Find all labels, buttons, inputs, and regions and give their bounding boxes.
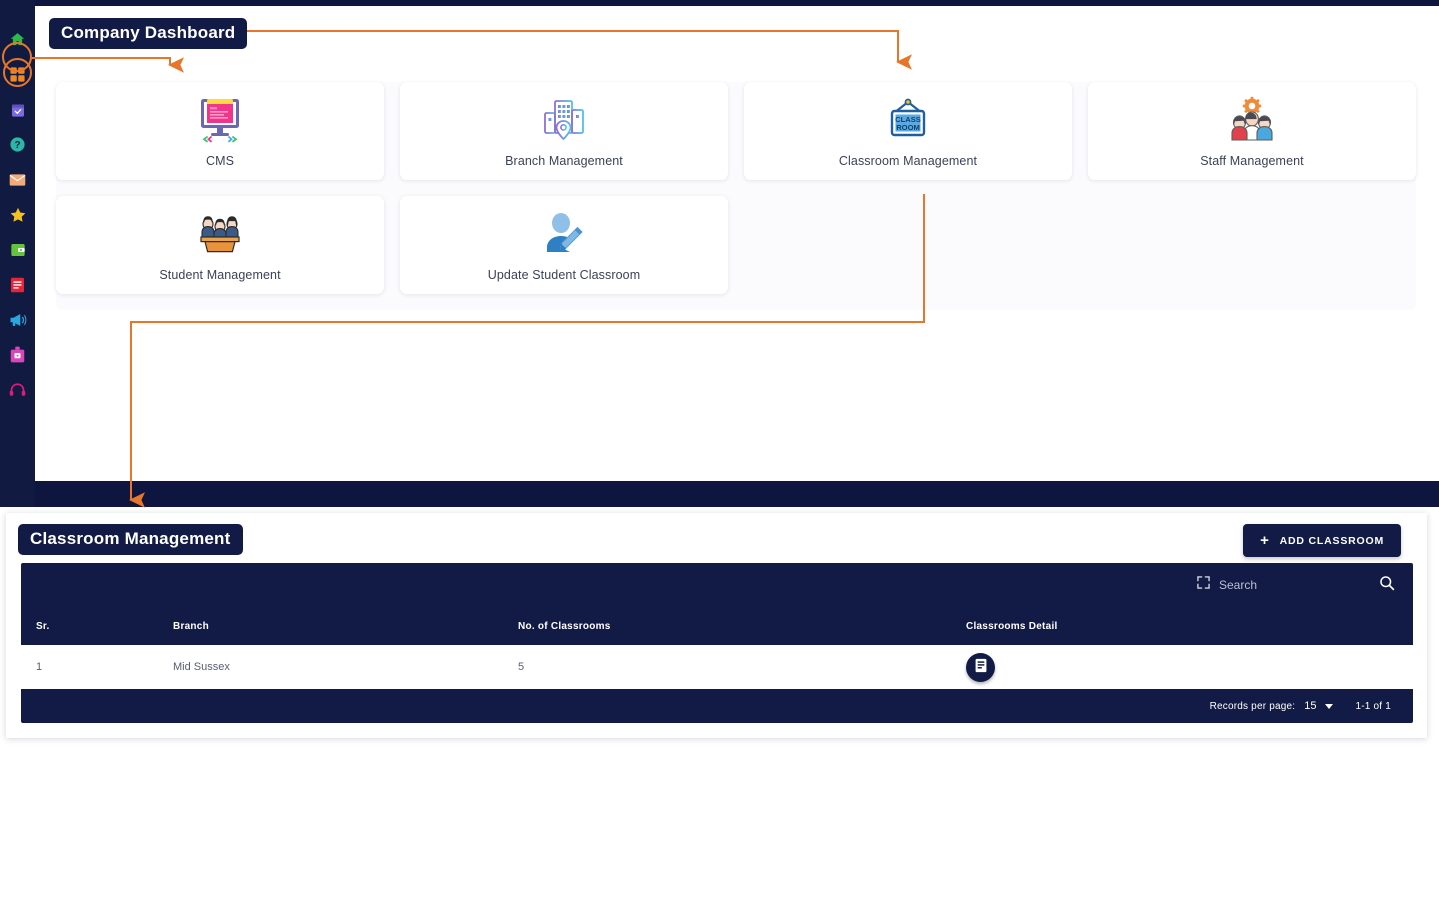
dashboard-card-label: Staff Management [1200, 153, 1304, 168]
sidebar-item-favorites[interactable] [1, 197, 35, 232]
table-toolbar: Search [21, 563, 1413, 608]
sidebar-item-wallet[interactable] [1, 232, 35, 267]
sidebar-item-calendar[interactable] [1, 92, 35, 127]
dashboard-card-staff-management[interactable]: Staff Management [1088, 82, 1416, 180]
column-header-branch: Branch [173, 621, 209, 632]
dashboard-card-label: CMS [205, 153, 235, 168]
table-header-row: Sr. Branch No. of Classrooms Classrooms … [21, 608, 1413, 645]
pagination-range-label: 1-1 of 1 [1355, 700, 1391, 712]
cell-no-of-classrooms: 5 [518, 661, 525, 673]
svg-text:ROOM: ROOM [896, 123, 920, 132]
magnifier-icon[interactable] [1379, 575, 1395, 596]
sidebar-item-announcements[interactable] [1, 302, 35, 337]
sidebar-item-dashboard[interactable] [1, 57, 35, 92]
records-per-page-label: Records per page: [1209, 700, 1296, 712]
card-row-1: CMS Branch Management CLASS ROOM Classro… [56, 82, 1416, 180]
plus-icon: + [1260, 532, 1270, 549]
chevron-down-icon[interactable] [1325, 703, 1334, 709]
records-per-page-value[interactable]: 15 [1304, 700, 1316, 712]
cms-monitor-icon [194, 95, 246, 145]
student-desk-icon [194, 209, 246, 259]
mail-icon [9, 173, 26, 187]
add-classroom-button[interactable]: + ADD CLASSROOM [1243, 524, 1401, 557]
document-lines-icon [10, 277, 25, 293]
sidebar-item-support[interactable] [1, 372, 35, 407]
staff-group-gear-icon [1226, 95, 1278, 145]
add-classroom-label: ADD CLASSROOM [1279, 534, 1384, 547]
dashboard-card-student-management[interactable]: Student Management [56, 196, 384, 294]
dashboard-card-label: Student Management [159, 267, 281, 282]
cell-sr: 1 [36, 661, 43, 673]
sidebar-item-home[interactable] [1, 22, 35, 57]
svg-text:?: ? [14, 140, 20, 151]
dashboard-card-label: Classroom Management [838, 153, 978, 168]
table-row[interactable]: 1 Mid Sussex 5 [21, 645, 1413, 689]
dashboard-card-grid: CMS Branch Management CLASS ROOM Classro… [56, 82, 1416, 310]
card-slot-empty-2 [1088, 196, 1416, 294]
dashboard-content-surface: CMS Branch Management CLASS ROOM Classro… [35, 6, 1439, 481]
card-row-2: Student Management Update Student Classr… [56, 196, 1416, 294]
classroom-sign-icon: CLASS ROOM [882, 95, 934, 145]
dashboard-card-label: Update Student Classroom [487, 267, 641, 282]
sidebar-item-mail[interactable] [1, 162, 35, 197]
sidebar-item-documents[interactable] [1, 267, 35, 302]
classroom-table-card: Search Sr. Branch No. of Classrooms Clas… [21, 563, 1413, 723]
column-header-no-of-classrooms: No. of Classrooms [518, 621, 611, 632]
sidebar-item-help[interactable]: ? [1, 127, 35, 162]
card-slot-empty-1 [744, 196, 1072, 294]
user-edit-icon [539, 209, 589, 259]
help-circle-icon: ? [9, 136, 26, 153]
sidebar: ? [0, 0, 35, 507]
cell-branch: Mid Sussex [173, 661, 230, 673]
headphones-icon [9, 382, 26, 397]
dashboard-grid-icon [9, 66, 26, 83]
dashboard-card-classroom-management[interactable]: CLASS ROOM Classroom Management [744, 82, 1072, 180]
home-icon [9, 31, 26, 48]
archive-box-icon [10, 346, 25, 363]
dashboard-card-cms[interactable]: CMS [56, 82, 384, 180]
page-title: Classroom Management [18, 524, 243, 555]
column-header-sr: Sr. [36, 621, 50, 632]
classroom-management-panel: Classroom Management + ADD CLASSROOM Sea… [6, 513, 1427, 738]
dashboard-card-label: Branch Management [505, 153, 623, 168]
column-header-classrooms-detail: Classrooms Detail [966, 621, 1058, 632]
annotation-company-dashboard-badge: Company Dashboard [49, 18, 248, 49]
calendar-check-icon [10, 102, 26, 118]
search-placeholder: Search [1219, 578, 1258, 592]
panel-header: Classroom Management + ADD CLASSROOM [6, 513, 1427, 563]
app-window: ? CMS Branch Management CLASS ROOM Class… [0, 0, 1439, 507]
wallet-icon [10, 242, 26, 258]
dashboard-card-update-student-classroom[interactable]: Update Student Classroom [400, 196, 728, 294]
classroom-detail-button[interactable] [966, 652, 995, 682]
star-icon [9, 206, 27, 224]
sidebar-item-archive[interactable] [1, 337, 35, 372]
document-list-icon [974, 658, 988, 676]
megaphone-icon [9, 312, 27, 328]
search-input[interactable]: Search [1197, 574, 1395, 596]
dashboard-card-branch-management[interactable]: Branch Management [400, 82, 728, 180]
expand-corners-icon [1197, 576, 1210, 594]
branch-buildings-icon [539, 95, 589, 145]
table-footer: Records per page: 15 1-1 of 1 [21, 689, 1413, 723]
cell-classrooms-detail [966, 652, 1413, 682]
